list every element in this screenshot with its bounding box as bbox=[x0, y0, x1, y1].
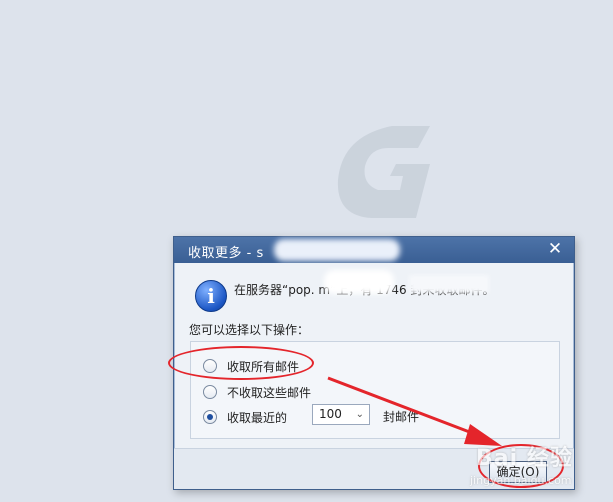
app-logo-icon bbox=[337, 126, 430, 218]
option-fetch-recent[interactable]: 收取最近的 bbox=[203, 408, 287, 426]
watermark-url: jingyan.baidu.com bbox=[470, 474, 572, 487]
info-icon: i bbox=[195, 280, 227, 312]
dialog-titlebar: 收取更多 - s ✕ bbox=[174, 237, 574, 263]
options-prompt: 您可以选择以下操作： bbox=[189, 323, 310, 337]
option-skip-label: 不收取这些邮件 bbox=[227, 385, 312, 400]
option-skip[interactable]: 不收取这些邮件 bbox=[203, 383, 311, 401]
option-fetch-recent-label: 收取最近的 bbox=[227, 410, 288, 425]
redacted-account bbox=[274, 239, 400, 261]
info-message: 在服务器“pop. m”上，有 1746 封未收取邮件。 bbox=[234, 283, 495, 297]
radio-skip[interactable] bbox=[203, 385, 217, 399]
redacted-server bbox=[324, 270, 394, 294]
watermark-text: Bai 经验 bbox=[476, 446, 573, 471]
close-button[interactable]: ✕ bbox=[546, 240, 564, 258]
dialog-title: 收取更多 - s bbox=[188, 246, 264, 261]
annotation-ellipse-fetch-all bbox=[168, 346, 314, 380]
redacted-server-tail bbox=[409, 275, 489, 293]
radio-fetch-recent[interactable] bbox=[203, 410, 217, 424]
